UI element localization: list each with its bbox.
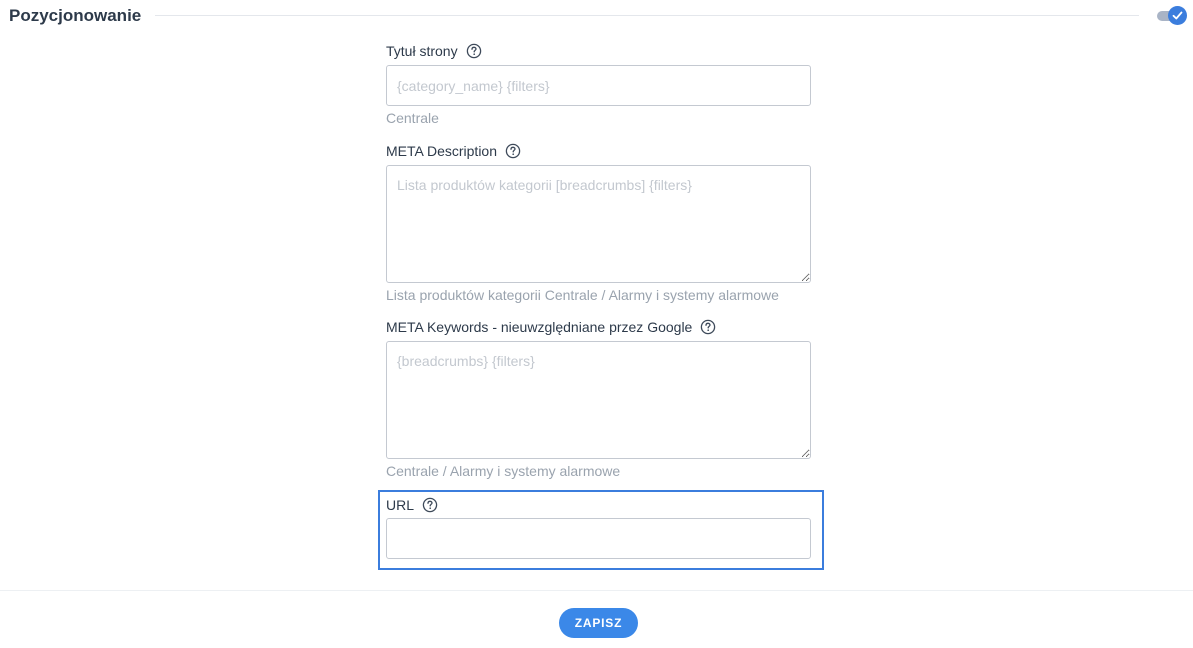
meta-keywords-field: META Keywords - nieuwzględniane przez Go…: [386, 318, 811, 479]
meta-keywords-label-row: META Keywords - nieuwzględniane przez Go…: [386, 318, 811, 336]
meta-description-textarea[interactable]: [386, 165, 811, 283]
question-circle-icon[interactable]: [700, 319, 716, 335]
question-circle-icon[interactable]: [505, 143, 521, 159]
page-title-label: Tytuł strony: [386, 43, 458, 59]
meta-description-hint: Lista produktów kategorii Centrale / Ala…: [386, 287, 779, 303]
page-title-label-row: Tytuł strony: [386, 42, 811, 60]
meta-description-label: META Description: [386, 143, 497, 159]
footer-divider: [0, 590, 1193, 591]
section-title: Pozycjonowanie: [9, 6, 142, 25]
save-button[interactable]: ZAPISZ: [559, 608, 638, 638]
page-title-input[interactable]: [386, 65, 811, 106]
section-toggle[interactable]: [1157, 6, 1189, 25]
check-icon: [1172, 11, 1183, 20]
url-field: URL: [386, 496, 811, 559]
meta-keywords-label: META Keywords - nieuwzględniane przez Go…: [386, 319, 693, 335]
url-input[interactable]: [386, 518, 811, 559]
meta-description-label-row: META Description: [386, 142, 811, 160]
toggle-knob: [1168, 6, 1187, 25]
page-title-hint: Centrale: [386, 110, 439, 126]
header-divider: [155, 15, 1139, 16]
url-label: URL: [386, 497, 415, 513]
url-label-row: URL: [386, 496, 811, 514]
section-header: Pozycjonowanie: [0, 0, 1193, 34]
page-title-field: Tytuł strony Centrale: [386, 42, 811, 126]
meta-keywords-hint: Centrale / Alarmy i systemy alarmowe: [386, 463, 621, 479]
question-circle-icon[interactable]: [422, 497, 438, 513]
meta-description-field: META Description Lista produktów kategor…: [386, 142, 811, 303]
meta-keywords-textarea[interactable]: [386, 341, 811, 459]
question-circle-icon[interactable]: [466, 43, 482, 59]
